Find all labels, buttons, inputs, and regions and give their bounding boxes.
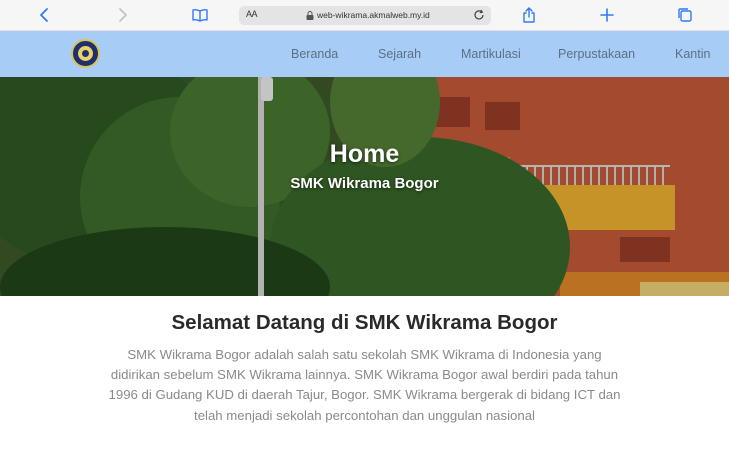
nav-beranda[interactable]: Beranda [291, 47, 338, 61]
lock-icon [306, 11, 314, 20]
nav-martikulasi[interactable]: Martikulasi [461, 47, 521, 61]
hero-title: Home [329, 140, 400, 168]
book-icon[interactable] [190, 5, 210, 25]
welcome-title: Selamat Datang di SMK Wikrama Bogor [171, 311, 558, 334]
welcome-description: SMK Wikrama Bogor adalah salah satu seko… [108, 347, 621, 423]
address-bar[interactable]: AA web-wikrama.akmalweb.my.id [239, 6, 491, 25]
reload-icon[interactable] [473, 9, 485, 21]
forward-icon[interactable] [112, 5, 132, 25]
school-logo[interactable] [71, 39, 100, 68]
hero-subtitle: SMK Wikrama Bogor [290, 175, 439, 192]
nav-sejarah[interactable]: Sejarah [378, 47, 421, 61]
plus-icon[interactable] [597, 5, 617, 25]
nav-kantin[interactable]: Kantin [675, 47, 710, 61]
tabs-icon[interactable] [675, 5, 695, 25]
share-icon[interactable] [519, 5, 539, 25]
url-text: web-wikrama.akmalweb.my.id [317, 10, 430, 20]
nav-perpustakaan[interactable]: Perpustakaan [558, 47, 635, 61]
hero-banner: Home SMK Wikrama Bogor [0, 77, 729, 296]
site-navbar: Beranda Sejarah Martikulasi Perpustakaan… [0, 31, 729, 77]
back-icon[interactable] [35, 5, 55, 25]
reader-aa-button[interactable]: AA [246, 9, 258, 19]
browser-toolbar: AA web-wikrama.akmalweb.my.id [0, 0, 729, 31]
